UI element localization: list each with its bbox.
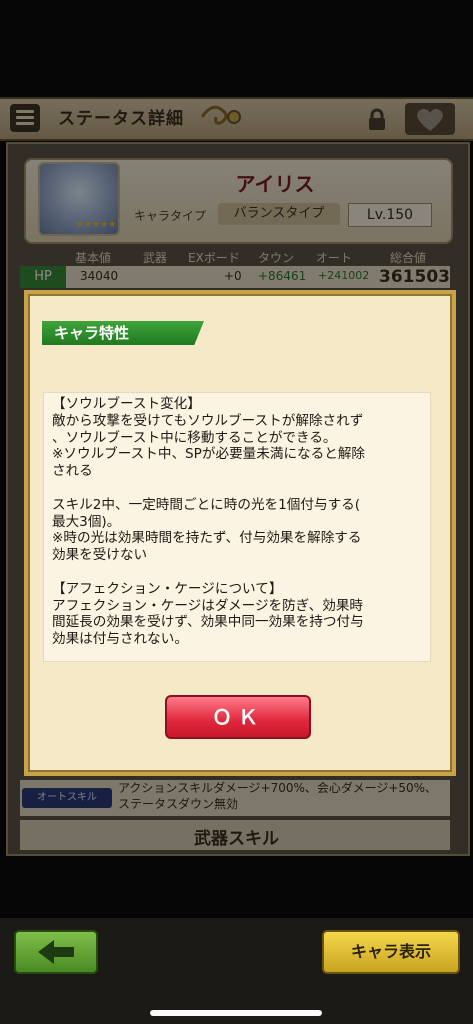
back-arrow-icon [38,940,74,964]
trait-tag: キャラ特性 [42,321,204,345]
home-indicator[interactable] [150,1010,322,1016]
trait-text: 【ソウルブースト変化】 敵から攻撃を受けてもソウルブーストが解除されず 、ソウル… [52,396,366,648]
ok-button[interactable]: ＯＫ [165,695,311,739]
back-button[interactable] [14,930,98,974]
chara-display-button[interactable]: キャラ表示 [322,930,460,974]
